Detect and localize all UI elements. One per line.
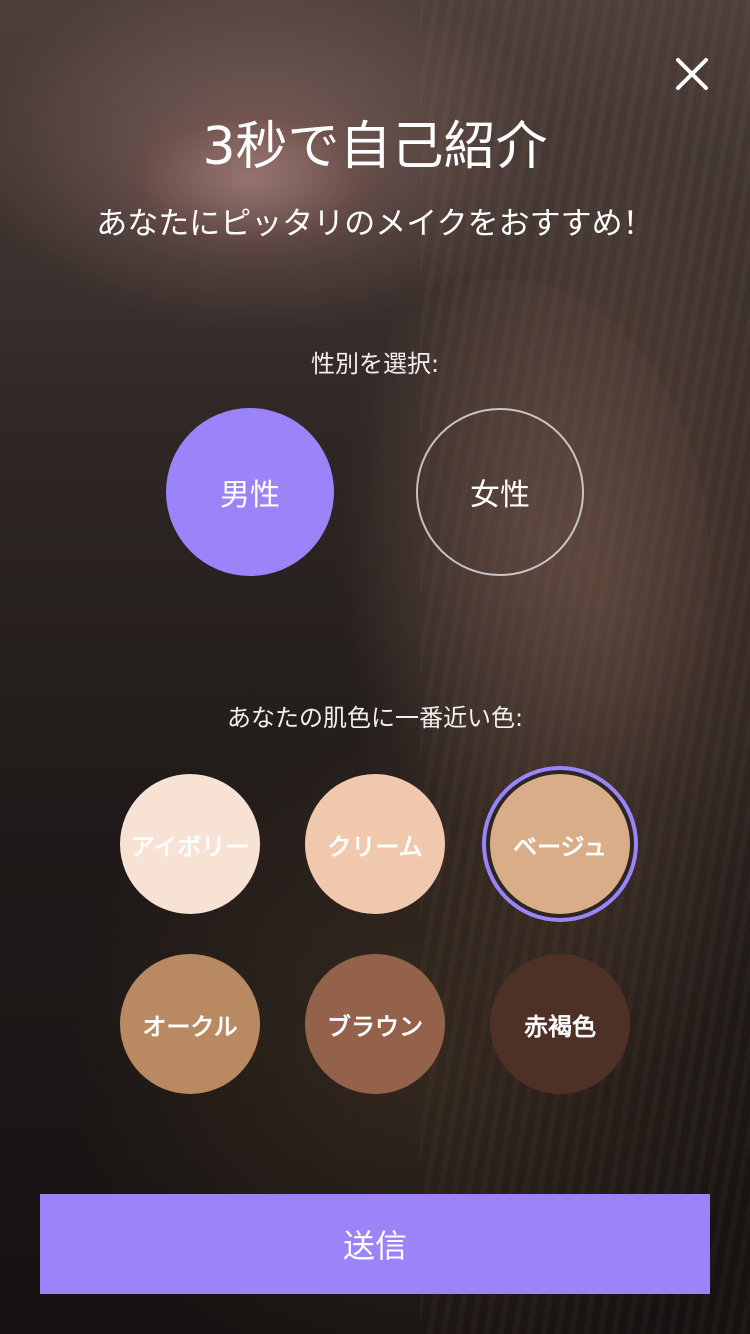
intro-screen: 3秒で自己紹介 あなたにピッタリのメイクをおすすめ！ 性別を選択: 男性 女性 … bbox=[0, 0, 750, 1334]
skin-tone-beige[interactable]: ベージュ bbox=[490, 774, 630, 914]
gender-section-label: 性別を選択: bbox=[310, 350, 440, 378]
close-icon bbox=[676, 58, 708, 90]
gender-option-female[interactable]: 女性 bbox=[416, 408, 584, 576]
close-button[interactable] bbox=[664, 46, 720, 102]
skin-tone-section-label: あなたの肌色に一番近い色: bbox=[226, 704, 524, 732]
gender-option-male[interactable]: 男性 bbox=[166, 408, 334, 576]
page-subtitle: あなたにピッタリのメイクをおすすめ！ bbox=[96, 206, 654, 242]
skin-tone-cream[interactable]: クリーム bbox=[305, 774, 445, 914]
skin-tone-brown[interactable]: ブラウン bbox=[305, 954, 445, 1094]
skin-tone-ivory[interactable]: アイボリー bbox=[120, 774, 260, 914]
skin-tone-ochre[interactable]: オークル bbox=[120, 954, 260, 1094]
skin-tone-auburn[interactable]: 赤褐色 bbox=[490, 954, 630, 1094]
page-title: 3秒で自己紹介 bbox=[202, 117, 548, 177]
submit-button[interactable]: 送信 bbox=[40, 1194, 710, 1294]
